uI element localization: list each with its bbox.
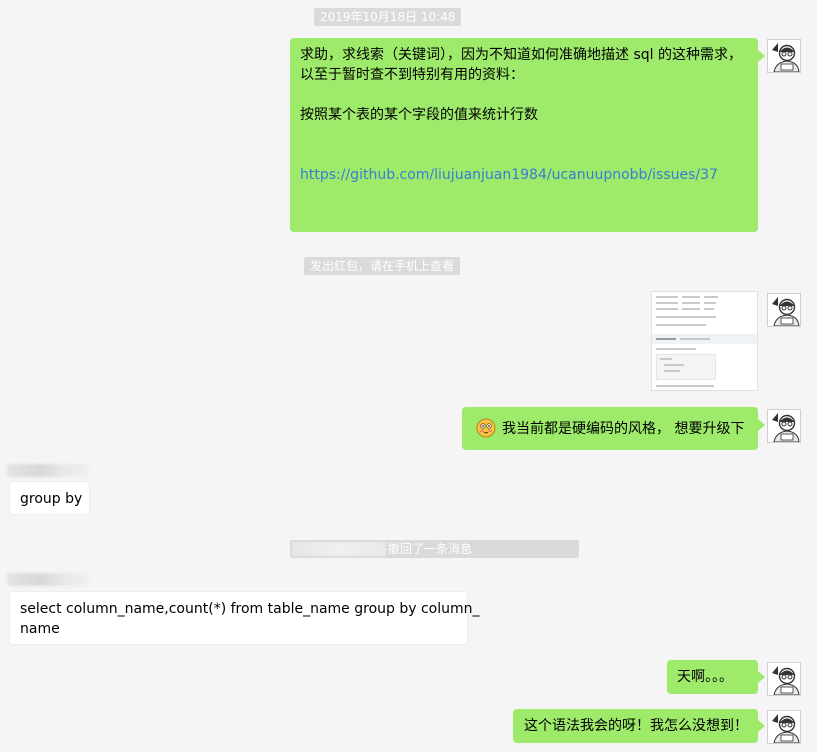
bubble-tail — [758, 50, 765, 62]
timestamp-text: 2019年10月18日 10:48 — [320, 10, 456, 24]
red-packet-text: 发出红包，请在手机上查看 — [310, 259, 455, 273]
bubble-tail — [758, 720, 765, 732]
message-bubble-didnt-think[interactable]: 这个语法我会的呀！我怎么没想到！ — [513, 709, 758, 743]
issue-link[interactable]: https://github.com/liujuanjuan1984/ucanu… — [300, 165, 748, 185]
flushed-face-emoji-icon — [476, 418, 496, 438]
bubble-tail — [758, 671, 765, 683]
message-bubble-wow[interactable]: 天啊。。。 — [667, 660, 758, 694]
message-text: select column_name,count(*) from table_n… — [20, 601, 480, 617]
image-message[interactable] — [651, 291, 758, 391]
avatar-icon — [768, 711, 800, 743]
bubble-tail — [758, 419, 765, 431]
recalled-text: 撤回了一条消息 — [388, 542, 473, 556]
avatar[interactable] — [767, 662, 801, 696]
avatar-icon — [768, 294, 800, 326]
timestamp-notice: 2019年10月18日 10:48 — [314, 8, 462, 26]
message-text: 按照某个表的某个字段的值来统计行数 — [300, 107, 538, 123]
avatar[interactable] — [767, 293, 801, 327]
message-text: name — [20, 621, 60, 637]
message-bubble-hardcode[interactable]: 我当前都是硬编码的风格， 想要升级下 — [462, 407, 758, 450]
avatar-icon — [768, 40, 800, 72]
message-text: group by — [20, 491, 83, 507]
message-bubble-question[interactable]: 求助，求线索（关键词），因为不知道如何准确地描述 sql 的这种需求， 以至于暂… — [290, 38, 758, 232]
avatar-icon — [768, 410, 800, 442]
recalled-sender-blurred — [292, 542, 386, 556]
avatar[interactable] — [767, 39, 801, 73]
recalled-notice: 撤回了一条消息 — [290, 540, 579, 558]
message-text: 天啊。。。 — [677, 669, 733, 685]
sender-name-blurred — [7, 573, 89, 586]
message-text: 以至于暂时查不到特别有用的资料： — [300, 67, 524, 83]
message-text: 这个语法我会的呀！我怎么没想到！ — [524, 718, 748, 734]
message-bubble-sql[interactable]: select column_name,count(*) from table_n… — [9, 591, 480, 645]
avatar[interactable] — [767, 710, 801, 744]
message-text: 我当前都是硬编码的风格， 想要升级下 — [502, 421, 745, 437]
avatar-icon — [768, 663, 800, 695]
avatar[interactable] — [767, 409, 801, 443]
red-packet-notice: 发出红包，请在手机上查看 — [304, 257, 461, 275]
sender-name-blurred — [7, 464, 89, 477]
message-bubble-group-by[interactable]: group by — [9, 481, 90, 515]
message-text: 求助，求线索（关键词），因为不知道如何准确地描述 sql 的这种需求， — [300, 47, 742, 63]
